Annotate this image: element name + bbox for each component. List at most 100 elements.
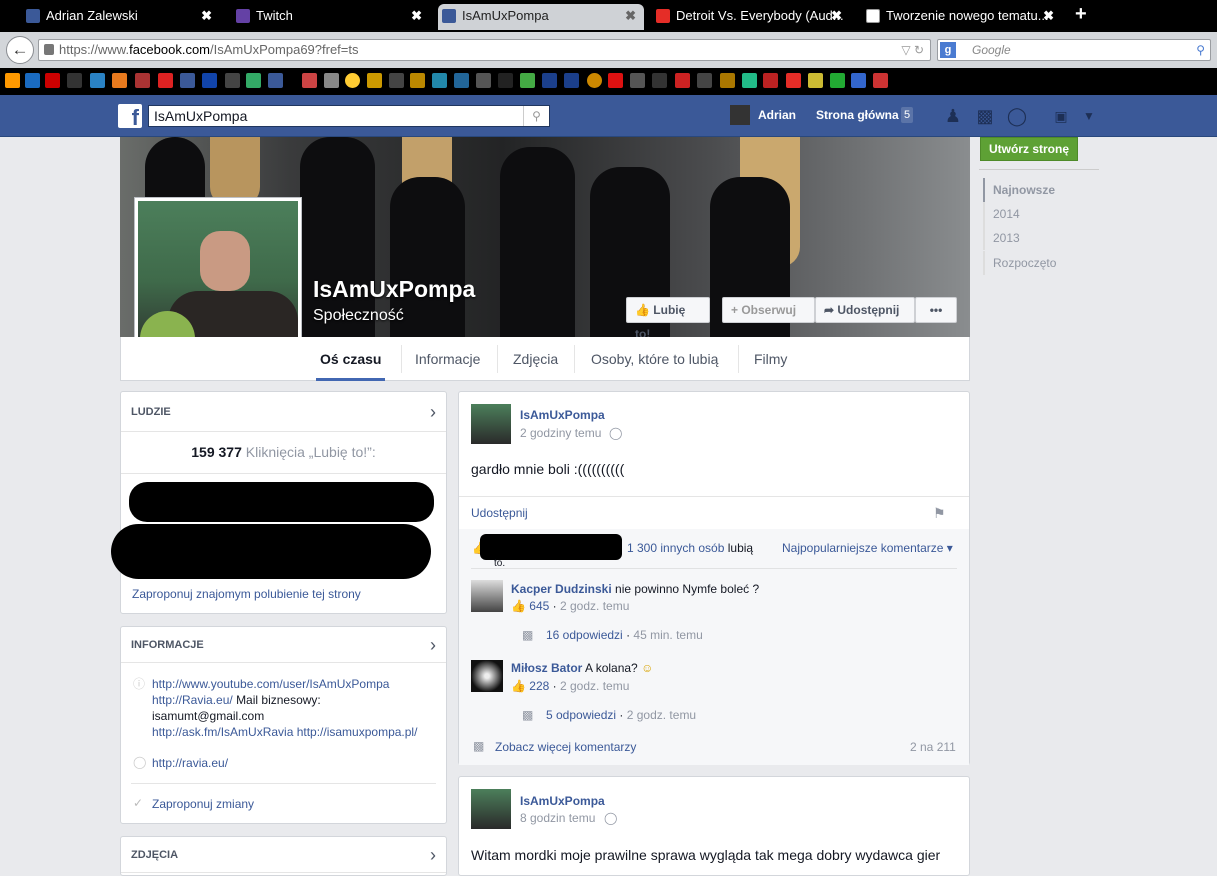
- post-author-avatar[interactable]: [471, 789, 511, 829]
- facebook-logo-icon[interactable]: f: [118, 104, 142, 130]
- bookmark-icon[interactable]: [67, 73, 82, 88]
- facebook-search-input[interactable]: IsAmUxPompa ⚲: [148, 105, 550, 127]
- bookmark-icon[interactable]: [675, 73, 690, 88]
- bookmark-icon[interactable]: [630, 73, 645, 88]
- bookmark-icon[interactable]: [742, 73, 757, 88]
- bookmark-icon[interactable]: [498, 73, 513, 88]
- like-thumb-icon[interactable]: 👍: [511, 679, 526, 693]
- bookmark-icon[interactable]: [225, 73, 240, 88]
- bookmark-icon[interactable]: [25, 73, 40, 88]
- bookmark-icon[interactable]: [720, 73, 735, 88]
- bookmark-icon[interactable]: [587, 73, 602, 88]
- website-link[interactable]: http://ravia.eu/: [152, 756, 228, 770]
- bookmark-icon[interactable]: [268, 73, 283, 88]
- browser-tab[interactable]: Adrian Zalewski ✖: [22, 4, 220, 30]
- profile-link[interactable]: Adrian: [758, 108, 796, 122]
- bookmark-icon[interactable]: [246, 73, 261, 88]
- timeline-year-latest[interactable]: Najnowsze: [983, 178, 1093, 202]
- bookmark-icon[interactable]: [202, 73, 217, 88]
- more-options-button[interactable]: •••: [915, 297, 957, 323]
- bookmark-icon[interactable]: [158, 73, 173, 88]
- timeline-year-started[interactable]: Rozpoczęto: [983, 251, 1093, 275]
- share-page-button[interactable]: ➦ Udostępnij: [815, 297, 915, 323]
- bookmark-icon[interactable]: [410, 73, 425, 88]
- post-author[interactable]: IsAmUxPompa: [520, 408, 605, 422]
- reload-icon[interactable]: ▽ ↻: [901, 40, 924, 60]
- timeline-year-2014[interactable]: 2014: [983, 202, 1093, 226]
- like-thumb-icon[interactable]: 👍: [511, 599, 526, 613]
- browser-tab-active[interactable]: IsAmUxPompa ✖: [438, 4, 644, 30]
- close-tab-icon[interactable]: ✖: [411, 4, 422, 28]
- search-icon[interactable]: ⚲: [523, 106, 549, 126]
- address-bar[interactable]: https://www.facebook.com/IsAmUxPompa69?f…: [38, 39, 931, 61]
- suggest-like-link[interactable]: Zaproponuj znajomym polubienie tej stron…: [132, 587, 361, 601]
- close-tab-icon[interactable]: ✖: [201, 4, 212, 28]
- tab-likes[interactable]: Osoby, które to lubią: [591, 351, 718, 367]
- bookmark-icon[interactable]: [324, 73, 339, 88]
- tab-videos[interactable]: Filmy: [754, 351, 787, 367]
- close-tab-icon[interactable]: ✖: [625, 4, 636, 28]
- tab-info[interactable]: Informacje: [415, 351, 480, 367]
- bookmark-icon[interactable]: [90, 73, 105, 88]
- bookmark-icon[interactable]: [389, 73, 404, 88]
- photos-box-header[interactable]: ZDJĘCIA ›: [121, 837, 446, 873]
- follow-button[interactable]: + Obserwuj: [722, 297, 815, 323]
- avatar[interactable]: [730, 105, 750, 125]
- bookmark-icon[interactable]: [873, 73, 888, 88]
- tab-photos[interactable]: Zdjęcia: [513, 351, 558, 367]
- bookmark-icon[interactable]: [476, 73, 491, 88]
- bookmark-icon[interactable]: [112, 73, 127, 88]
- comment-sort-dropdown[interactable]: Najpopularniejsze komentarze ▾: [782, 541, 953, 555]
- commenter-avatar[interactable]: [471, 660, 503, 692]
- account-menu-icon[interactable]: ▼: [1078, 105, 1100, 127]
- privacy-icon[interactable]: ▣: [1050, 105, 1072, 127]
- post-author[interactable]: IsAmUxPompa: [520, 794, 605, 808]
- more-comments-link[interactable]: Zobacz więcej komentarzy: [495, 740, 636, 754]
- bookmark-icon[interactable]: [608, 73, 623, 88]
- info-box-header[interactable]: INFORMACJE ›: [121, 627, 446, 663]
- bookmark-icon[interactable]: [135, 73, 150, 88]
- new-tab-button[interactable]: +: [1075, 3, 1087, 26]
- like-page-button[interactable]: 👍 Lubię to!: [626, 297, 710, 341]
- browser-tab[interactable]: Twitch ✖: [232, 4, 430, 30]
- bookmark-icon[interactable]: [454, 73, 469, 88]
- friend-requests-icon[interactable]: ♟: [942, 105, 964, 127]
- replies-bar[interactable]: ▩ 5 odpowiedzi · 2 godz. temu: [510, 700, 957, 730]
- bookmark-icon[interactable]: [763, 73, 778, 88]
- messages-icon[interactable]: ▩: [974, 105, 996, 127]
- people-box-header[interactable]: LUDZIE ›: [121, 392, 446, 432]
- bookmark-icon[interactable]: [432, 73, 447, 88]
- bookmark-icon[interactable]: [786, 73, 801, 88]
- bookmark-icon[interactable]: [180, 73, 195, 88]
- close-tab-icon[interactable]: ✖: [831, 4, 842, 28]
- suggest-edits-link[interactable]: Zaproponuj zmiany: [152, 797, 254, 811]
- bookmark-icon[interactable]: [542, 73, 557, 88]
- notifications-icon[interactable]: ◯: [1006, 105, 1028, 127]
- share-link[interactable]: Udostępnij: [471, 506, 528, 520]
- create-page-button[interactable]: Utwórz stronę: [980, 137, 1078, 161]
- bookmark-icon[interactable]: [345, 73, 360, 88]
- bookmark-icon[interactable]: [367, 73, 382, 88]
- bookmark-icon[interactable]: [45, 73, 60, 88]
- bookmark-icon[interactable]: [808, 73, 823, 88]
- bookmark-icon[interactable]: [302, 73, 317, 88]
- bookmark-icon[interactable]: [564, 73, 579, 88]
- post-author-avatar[interactable]: [471, 404, 511, 444]
- home-link[interactable]: Strona główna: [816, 108, 899, 122]
- browser-tab[interactable]: Detroit Vs. Everybody (Aud... ✖: [652, 4, 850, 30]
- bookmark-icon[interactable]: [520, 73, 535, 88]
- bookmark-icon[interactable]: [5, 73, 20, 88]
- browser-tab[interactable]: Tworzenie nowego tematu... ✖: [862, 4, 1062, 30]
- tab-timeline[interactable]: Oś czasu: [320, 351, 381, 367]
- bookmark-icon[interactable]: [652, 73, 667, 88]
- bookmark-icon[interactable]: [697, 73, 712, 88]
- flag-icon[interactable]: ⚑: [933, 505, 946, 522]
- commenter-avatar[interactable]: [471, 580, 503, 612]
- close-tab-icon[interactable]: ✖: [1043, 4, 1054, 28]
- search-icon[interactable]: ⚲: [1196, 40, 1205, 60]
- replies-bar[interactable]: ▩ 16 odpowiedzi · 45 min. temu: [510, 620, 957, 650]
- timeline-year-2013[interactable]: 2013: [983, 226, 1093, 250]
- search-box[interactable]: g Google ⚲: [937, 39, 1211, 61]
- bookmark-icon[interactable]: [851, 73, 866, 88]
- back-button[interactable]: ←: [6, 36, 34, 64]
